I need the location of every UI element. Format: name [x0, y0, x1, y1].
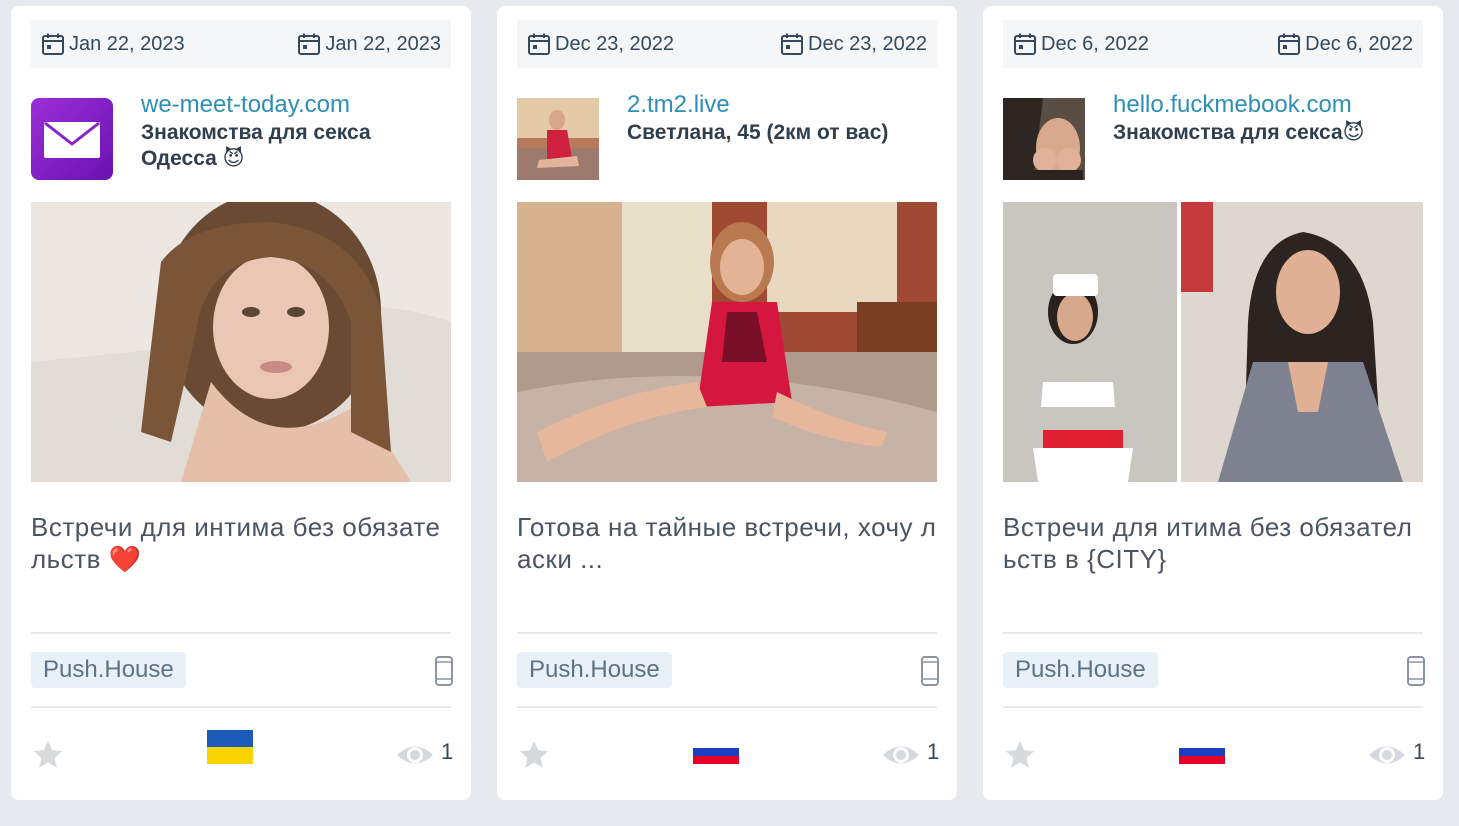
mail-icon	[44, 121, 100, 158]
date-range: Jan 22, 2023 Jan 22, 2023	[31, 20, 451, 68]
start-date-text: Dec 6, 2022	[1041, 32, 1149, 55]
phone-icon	[1407, 656, 1425, 686]
end-date: Jan 22, 2023	[297, 32, 441, 56]
date-range: Dec 6, 2022 Dec 6, 2022	[1003, 20, 1423, 68]
end-date: Dec 23, 2022	[780, 32, 927, 56]
end-date: Dec 6, 2022	[1277, 32, 1413, 56]
phone-icon	[921, 656, 939, 686]
calendar-icon	[1278, 33, 1301, 55]
start-date: Dec 23, 2022	[527, 32, 674, 56]
ad-creative-image[interactable]	[31, 202, 451, 482]
eye-icon	[1369, 746, 1405, 764]
end-date-text: Dec 6, 2022	[1305, 32, 1413, 55]
calendar-icon	[781, 33, 804, 55]
divider	[517, 632, 937, 634]
creative-photo	[1003, 202, 1423, 482]
view-count: 1	[441, 739, 454, 764]
flag-ukraine-icon	[207, 730, 253, 764]
eye-icon	[883, 746, 919, 764]
divider	[1003, 706, 1423, 708]
ad-domain-link[interactable]: 2.tm2.live	[627, 90, 927, 120]
ad-icon-thumbnail[interactable]	[517, 98, 599, 180]
end-date-text: Jan 22, 2023	[325, 32, 441, 55]
star-icon[interactable]	[517, 738, 551, 772]
network-tag[interactable]: Push.House	[1003, 652, 1158, 688]
divider	[517, 706, 937, 708]
view-count: 1	[927, 739, 940, 764]
calendar-icon	[1014, 33, 1036, 55]
divider	[31, 632, 451, 634]
thumbnail-photo	[517, 98, 599, 180]
phone-icon	[435, 656, 453, 686]
ad-creative-image[interactable]	[517, 202, 937, 482]
calendar-icon	[528, 33, 550, 55]
ad-header: we-meet-today.com Знакомства для секса О…	[31, 90, 451, 190]
thumbnail-photo	[1003, 98, 1085, 180]
end-date-text: Dec 23, 2022	[808, 32, 927, 55]
title-block: 2.tm2.live Светлана, 45 (2км от вас)	[627, 90, 927, 146]
ad-description: Встречи для интима без обязательств ❤️	[31, 512, 441, 574]
start-date-text: Dec 23, 2022	[555, 32, 674, 55]
ad-domain-link[interactable]: we-meet-today.com	[141, 90, 441, 120]
calendar-icon	[42, 33, 64, 55]
ad-card[interactable]: Jan 22, 2023 Jan 22, 2023 we-meet-today.…	[11, 6, 471, 800]
ad-description: Готова на тайные встречи, хочу ласки ...	[517, 512, 937, 574]
ad-creative-image[interactable]	[1003, 202, 1423, 482]
date-range: Dec 23, 2022 Dec 23, 2022	[517, 20, 937, 68]
ad-description: Встречи для итима без обязательств в {CI…	[1003, 512, 1413, 574]
flag-russia-icon	[1179, 740, 1225, 764]
divider	[1003, 632, 1423, 634]
ad-header: hello.fuckmebook.com Знакомства для секс…	[1003, 90, 1423, 190]
start-date: Jan 22, 2023	[41, 32, 185, 56]
ad-card[interactable]: Dec 23, 2022 Dec 23, 2022 2.tm2.live Све…	[497, 6, 957, 800]
creative-photo	[31, 202, 451, 482]
creative-photo	[517, 202, 937, 482]
eye-icon	[397, 746, 433, 764]
start-date-text: Jan 22, 2023	[69, 32, 185, 55]
ad-icon-thumbnail[interactable]	[31, 98, 113, 180]
ad-domain-link[interactable]: hello.fuckmebook.com	[1113, 90, 1413, 120]
calendar-icon	[298, 33, 321, 55]
ad-title: Знакомства для секса Одесса 😈	[141, 121, 371, 170]
ad-title: Знакомства для секса😈	[1113, 121, 1365, 144]
ad-header: 2.tm2.live Светлана, 45 (2км от вас)	[517, 90, 937, 190]
flag-russia-icon	[693, 740, 739, 764]
title-block: hello.fuckmebook.com Знакомства для секс…	[1113, 90, 1413, 146]
star-icon[interactable]	[31, 738, 65, 772]
star-icon[interactable]	[1003, 738, 1037, 772]
title-block: we-meet-today.com Знакомства для секса О…	[141, 90, 441, 172]
start-date: Dec 6, 2022	[1013, 32, 1149, 56]
view-count: 1	[1413, 739, 1426, 764]
network-tag[interactable]: Push.House	[31, 652, 186, 688]
ad-card[interactable]: Dec 6, 2022 Dec 6, 2022 hello.fuckmebook…	[983, 6, 1443, 800]
divider	[31, 706, 451, 708]
ad-title: Светлана, 45 (2км от вас)	[627, 121, 889, 144]
network-tag[interactable]: Push.House	[517, 652, 672, 688]
ad-icon-thumbnail[interactable]	[1003, 98, 1085, 180]
